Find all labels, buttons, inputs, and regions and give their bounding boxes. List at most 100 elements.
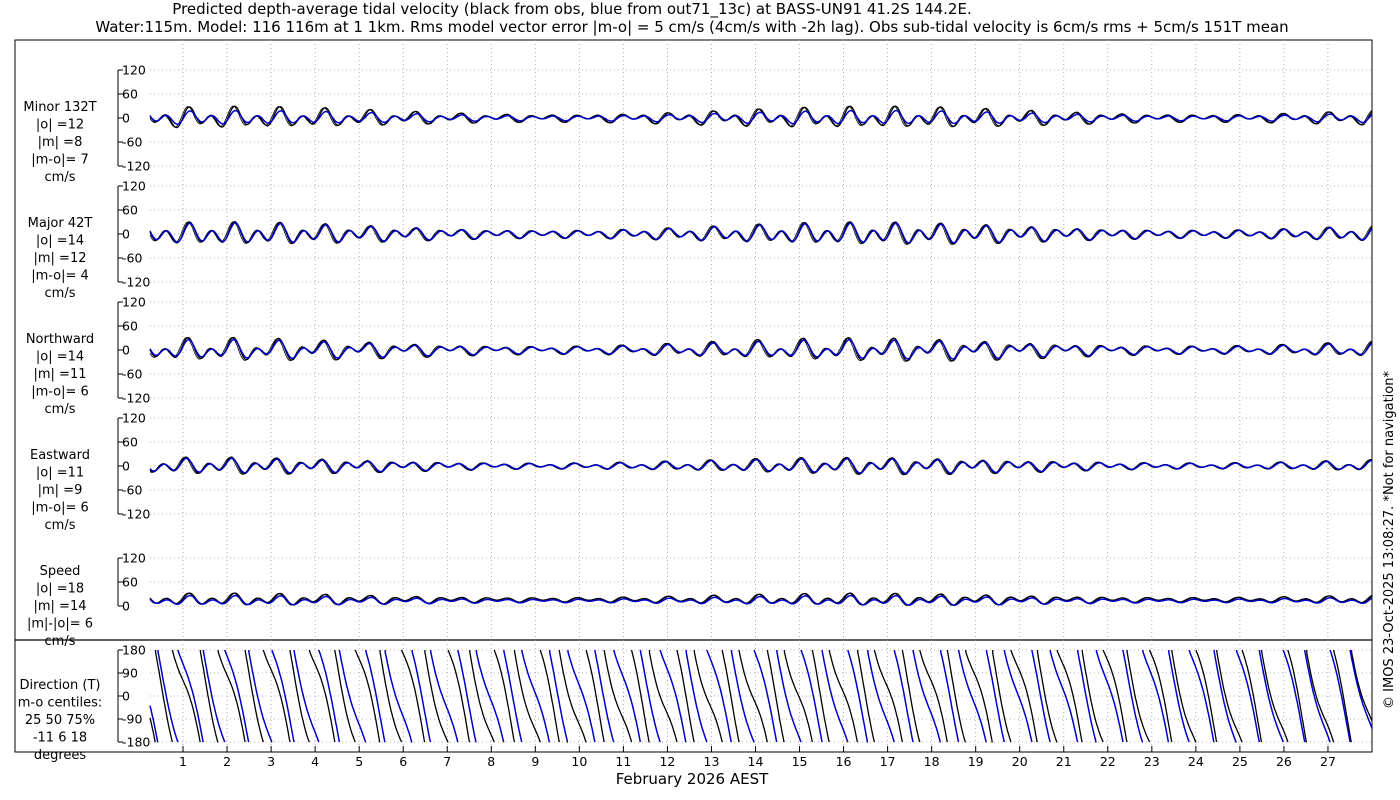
panel-label-eastward: Eastward (30, 448, 90, 463)
x-tick-label: 22 (1100, 754, 1116, 769)
x-tick-label: 3 (267, 754, 275, 769)
model-series-minor (149, 109, 1373, 125)
y-tick-label: 0 (122, 459, 130, 474)
tidal-velocity-chart: Predicted depth-average tidal velocity (… (14, 0, 1397, 788)
x-tick-label: 17 (880, 754, 896, 769)
x-axis-label: February 2026 AEST (616, 770, 769, 788)
x-tick-label: 10 (571, 754, 587, 769)
y-tick-label: 120 (122, 179, 146, 194)
x-tick-label: 11 (615, 754, 631, 769)
panel-label-direction: degrees (34, 748, 87, 763)
panel-label-major: |m| =12 (34, 251, 87, 266)
y-tick-label: -120 (122, 275, 150, 290)
panel-label-speed: Speed (40, 564, 81, 579)
x-tick-label: 4 (311, 754, 319, 769)
x-tick-label: 5 (355, 754, 363, 769)
y-tick-label: -120 (122, 391, 150, 406)
panel-label-eastward: |o| =11 (36, 466, 84, 481)
obs-series-direction (149, 649, 1373, 743)
panel-minor: 120 60 0 -60 -120 Minor 132T |o| =12 |m| =8 |m-o… (23, 63, 1373, 185)
x-tick-label: 2 (223, 754, 231, 769)
panels-layer: 120 60 0 -60 -120 Minor 132T |o| =12 |m| =8 |m-o… (18, 63, 1373, 763)
y-tick-label: 60 (122, 203, 138, 218)
chart-title-line2: Water:115m. Model: 116 116m at 1 1km. Rm… (95, 18, 1288, 36)
panel-label-major: Major 42T (28, 216, 93, 231)
panel-label-eastward: |m| =9 (38, 483, 83, 498)
y-tick-label: 120 (122, 295, 146, 310)
y-tick-label: 120 (122, 63, 146, 78)
model-series-direction (149, 649, 1373, 743)
y-tick-label: -60 (122, 367, 142, 382)
panel-label-speed: |o| =18 (36, 582, 84, 597)
y-tick-label: 120 (122, 411, 146, 426)
y-tick-label: 90 (122, 666, 138, 681)
y-tick-label: 60 (122, 575, 138, 590)
panel-label-eastward: |m-o|= 6 (31, 501, 89, 516)
y-tick-label: -180 (122, 735, 150, 750)
panel-label-speed: |m| =14 (34, 599, 87, 614)
x-tick-label: 12 (659, 754, 675, 769)
panel-label-direction: -11 6 18 (33, 731, 87, 746)
x-tick-label: 24 (1188, 754, 1204, 769)
x-tick-label: 9 (531, 754, 539, 769)
y-tick-label: -60 (122, 135, 142, 150)
panel-label-major: cm/s (45, 286, 76, 301)
y-tick-label: -120 (122, 507, 150, 522)
x-tick-label: 14 (748, 754, 764, 769)
y-tick-label: 0 (122, 689, 130, 704)
y-tick-label: 60 (122, 87, 138, 102)
chart-title-line1: Predicted depth-average tidal velocity (… (172, 0, 971, 19)
panel-label-major: |m-o|= 4 (31, 269, 89, 284)
panel-speed: 120 60 0 Speed |o| =18 |m| =14 |m|-|o|= 6 cm/s (27, 551, 1373, 649)
panel-label-major: |o| =14 (36, 234, 84, 249)
panel-label-eastward: cm/s (45, 518, 76, 533)
x-tick-label: 7 (443, 754, 451, 769)
panel-label-minor: |o| =12 (36, 118, 84, 133)
plot-frame (14, 39, 1373, 753)
x-tick-label: 16 (836, 754, 852, 769)
panel-label-direction: 25 50 75% (25, 713, 95, 728)
obs-series-northward (149, 336, 1373, 362)
y-tick-label: 0 (122, 599, 130, 614)
panel-label-speed: |m|-|o|= 6 (27, 617, 93, 632)
grid-layer (182, 40, 1329, 752)
x-tick-label: 25 (1232, 754, 1248, 769)
panel-label-northward: |m-o|= 6 (31, 385, 89, 400)
panel-label-speed: cm/s (45, 634, 76, 649)
y-tick-label: 60 (122, 319, 138, 334)
x-axis: 1 2 3 4 5 6 7 8 9 10 11 12 13 14 15 16 17 18 19 20 21 22 23 24 2… (179, 746, 1336, 769)
x-tick-label: 20 (1012, 754, 1028, 769)
x-tick-label: 15 (792, 754, 808, 769)
panel-label-direction: m-o centiles: (18, 696, 103, 711)
y-tick-label: -90 (122, 712, 142, 727)
panel-label-northward: |m| =11 (34, 367, 87, 382)
panel-label-northward: Northward (26, 332, 94, 347)
panel-label-minor: cm/s (45, 170, 76, 185)
panel-label-minor: |m| =8 (38, 135, 83, 150)
x-tick-label: 23 (1144, 754, 1160, 769)
y-tick-label: -60 (122, 251, 142, 266)
y-tick-label: 0 (122, 111, 130, 126)
panel-major: 120 60 0 -60 -120 Major 42T |o| =14 |m| =12 |m-o… (28, 179, 1373, 301)
panel-northward: 120 60 0 -60 -120 Northward |o| =14 |m| =11 |m-o… (26, 295, 1373, 417)
y-tick-label: -60 (122, 483, 142, 498)
panel-eastward: 120 60 0 -60 -120 Eastward |o| =11 |m| =9 |m-o|=… (30, 411, 1373, 533)
panel-direction: 180 90 0 -90 -180 Direction (T) m-o centiles: 2… (18, 643, 1373, 763)
x-tick-label: 27 (1320, 754, 1336, 769)
x-tick-label: 21 (1056, 754, 1072, 769)
panel-label-direction: Direction (T) (20, 678, 101, 693)
x-tick-label: 19 (968, 754, 984, 769)
x-tick-label: 6 (399, 754, 407, 769)
y-tick-label: 120 (122, 551, 146, 566)
copyright-notice: © IMOS 23-Oct-2025 13:08:27. *Not for na… (1382, 371, 1397, 709)
x-tick-label: 26 (1276, 754, 1292, 769)
x-tick-label: 18 (924, 754, 940, 769)
y-tick-label: 60 (122, 435, 138, 450)
panel-label-minor: |m-o|= 7 (31, 153, 89, 168)
y-tick-label: -120 (122, 159, 150, 174)
panel-label-northward: |o| =14 (36, 350, 84, 365)
y-tick-label: 0 (122, 227, 130, 242)
x-tick-label: 13 (704, 754, 720, 769)
x-tick-label: 1 (179, 754, 187, 769)
x-tick-label: 8 (487, 754, 495, 769)
